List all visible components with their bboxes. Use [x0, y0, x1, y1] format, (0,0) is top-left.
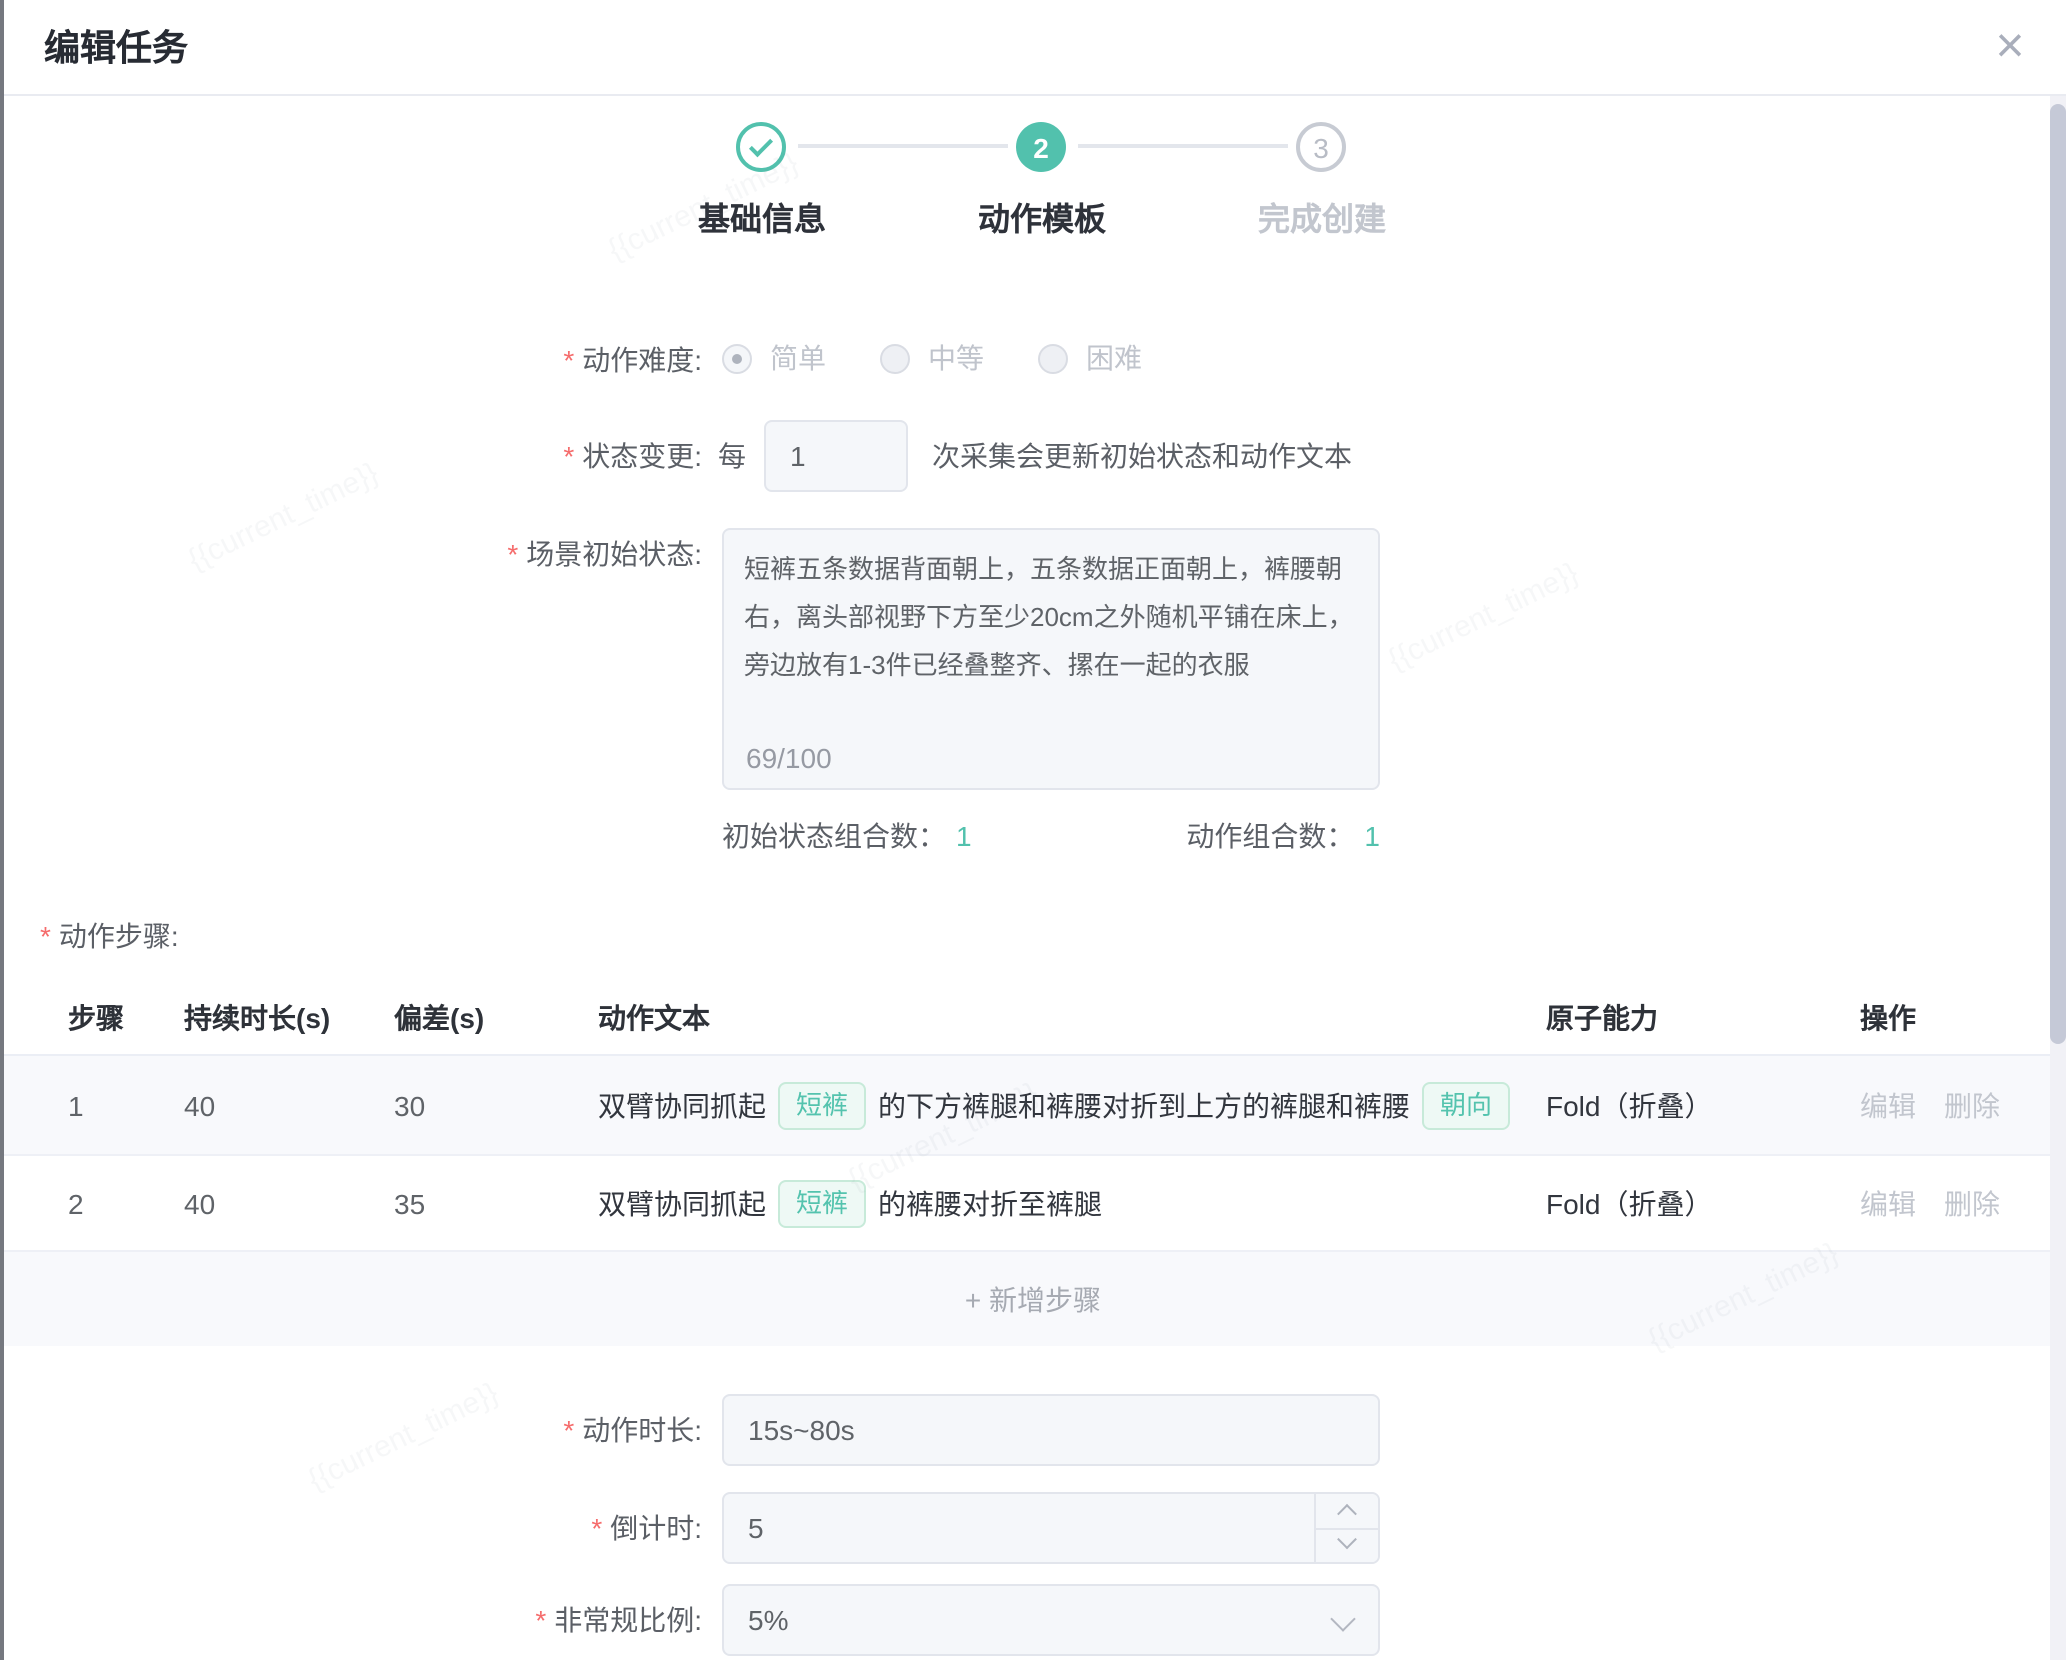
decrease-button[interactable]	[1316, 1527, 1378, 1562]
action-combo-label: 动作组合数：	[1186, 820, 1354, 852]
countdown-input[interactable]	[722, 1492, 1380, 1564]
radio-dot	[1038, 343, 1068, 373]
edit-task-dialog: {{current_time}} {{current_time}} {{curr…	[0, 0, 2066, 1660]
required-asterisk: *	[563, 1414, 574, 1446]
action-combo-value: 1	[1364, 820, 1380, 852]
char-counter: 69/100	[746, 742, 832, 774]
step-connector	[1078, 144, 1288, 148]
state-change-prefix: 每	[718, 436, 746, 476]
col-actions: 操作	[1860, 980, 1916, 1056]
countdown-field	[722, 1492, 1380, 1564]
orientation-tag: 朝向	[1422, 1081, 1510, 1129]
delete-link[interactable]: 删除	[1944, 1183, 2000, 1223]
required-asterisk: *	[40, 920, 51, 952]
cell-duration: 40	[184, 1156, 215, 1250]
combo-counts: 初始状态组合数： 1 动作组合数： 1	[722, 816, 1380, 856]
object-tag: 短裤	[778, 1081, 866, 1129]
radio-label: 困难	[1086, 338, 1142, 378]
scrollbar-track[interactable]	[2050, 96, 2066, 1660]
required-asterisk: *	[535, 1604, 546, 1636]
required-asterisk: *	[591, 1512, 602, 1544]
check-icon	[749, 132, 773, 156]
cell-action-text: 双臂协同抓起 短裤 的下方裤腿和裤腰对折到上方的裤腿和裤腰 朝向	[598, 1056, 1522, 1154]
watermark: {{current_time}}	[1383, 556, 1584, 677]
required-asterisk: *	[563, 344, 574, 376]
radio-dot	[880, 343, 910, 373]
cell-ability: Fold（折叠）	[1546, 1056, 1712, 1154]
step-number: 3	[1313, 131, 1329, 163]
ratio-select[interactable]	[722, 1584, 1380, 1656]
table-row: 2 40 35 双臂协同抓起 短裤 的裤腰对折至裤腿 Fold（折叠） 编辑 删…	[0, 1156, 2066, 1252]
scrollbar-thumb[interactable]	[2050, 104, 2066, 1044]
initial-state-field: 短裤五条数据背面朝上，五条数据正面朝上，裤腰朝 右，离头部视野下方至少20cm之…	[722, 528, 1380, 790]
action-text: 的裤腰对折至裤腿	[878, 1183, 1102, 1223]
delete-link[interactable]: 删除	[1944, 1085, 2000, 1125]
chevron-down-icon	[1337, 1530, 1357, 1550]
radio-dot	[722, 343, 752, 373]
col-action-text: 动作文本	[598, 980, 710, 1056]
action-text: 双臂协同抓起	[598, 1183, 766, 1223]
cell-deviation: 30	[394, 1056, 425, 1154]
col-deviation: 偏差(s)	[394, 980, 484, 1056]
step-number: 2	[1033, 131, 1049, 163]
difficulty-label: *动作难度:	[0, 340, 702, 380]
add-step-label: + 新增步骤	[965, 1279, 1101, 1319]
edit-link[interactable]: 编辑	[1860, 1183, 1916, 1223]
cell-actions: 编辑 删除	[1860, 1056, 2000, 1154]
action-text: 双臂协同抓起	[598, 1085, 766, 1125]
initial-combo-count: 初始状态组合数： 1	[722, 816, 972, 856]
cell-deviation: 35	[394, 1156, 425, 1250]
state-change-input[interactable]	[764, 420, 908, 492]
col-ability: 原子能力	[1546, 980, 1658, 1056]
radio-medium[interactable]: 中等	[880, 338, 984, 378]
cell-duration: 40	[184, 1056, 215, 1154]
countdown-label: *倒计时:	[0, 1508, 702, 1548]
table-header: 步骤 持续时长(s) 偏差(s) 动作文本 原子能力 操作	[0, 980, 2066, 1056]
step-label-action-template: 动作模板	[902, 192, 1182, 240]
initial-combo-label: 初始状态组合数：	[722, 820, 946, 852]
chevron-up-icon	[1337, 1503, 1357, 1523]
radio-label: 简单	[770, 338, 826, 378]
action-combo-count: 动作组合数： 1	[1186, 816, 1380, 856]
initial-state-label: *场景初始状态:	[0, 534, 702, 574]
cell-step: 1	[68, 1056, 84, 1154]
step-indicator-2: 2	[1016, 122, 1066, 172]
close-icon: ×	[1995, 18, 2024, 74]
state-change-suffix: 次采集会更新初始状态和动作文本	[932, 436, 1352, 476]
difficulty-radio-group: 简单 中等 困难	[722, 328, 1142, 388]
dialog-header: 编辑任务 ×	[0, 0, 2066, 96]
ratio-field	[722, 1584, 1380, 1656]
radio-label: 中等	[928, 338, 984, 378]
close-button[interactable]: ×	[1974, 12, 2046, 84]
step-label-complete-creation: 完成创建	[1182, 192, 1462, 240]
radio-hard[interactable]: 困难	[1038, 338, 1142, 378]
duration-input[interactable]	[722, 1394, 1380, 1466]
cell-ability: Fold（折叠）	[1546, 1156, 1712, 1250]
col-step: 步骤	[68, 980, 124, 1056]
step-wizard: 2 3 基础信息 动作模板 完成创建	[0, 122, 2066, 246]
dialog-title: 编辑任务	[44, 0, 188, 96]
number-stepper	[1314, 1494, 1378, 1562]
required-asterisk: *	[507, 538, 518, 570]
duration-field	[722, 1394, 1380, 1466]
action-steps-label: *动作步骤:	[40, 916, 179, 956]
col-duration: 持续时长(s)	[184, 980, 330, 1056]
initial-combo-value: 1	[956, 820, 972, 852]
cell-step: 2	[68, 1156, 84, 1250]
required-asterisk: *	[563, 440, 574, 472]
ratio-label: *非常规比例:	[0, 1600, 702, 1640]
edit-link[interactable]: 编辑	[1860, 1085, 1916, 1125]
window-left-edge	[0, 0, 4, 1660]
cell-actions: 编辑 删除	[1860, 1156, 2000, 1250]
step-indicator-3: 3	[1296, 122, 1346, 172]
step-connector	[798, 144, 1008, 148]
radio-simple[interactable]: 简单	[722, 338, 826, 378]
increase-button[interactable]	[1316, 1494, 1378, 1527]
